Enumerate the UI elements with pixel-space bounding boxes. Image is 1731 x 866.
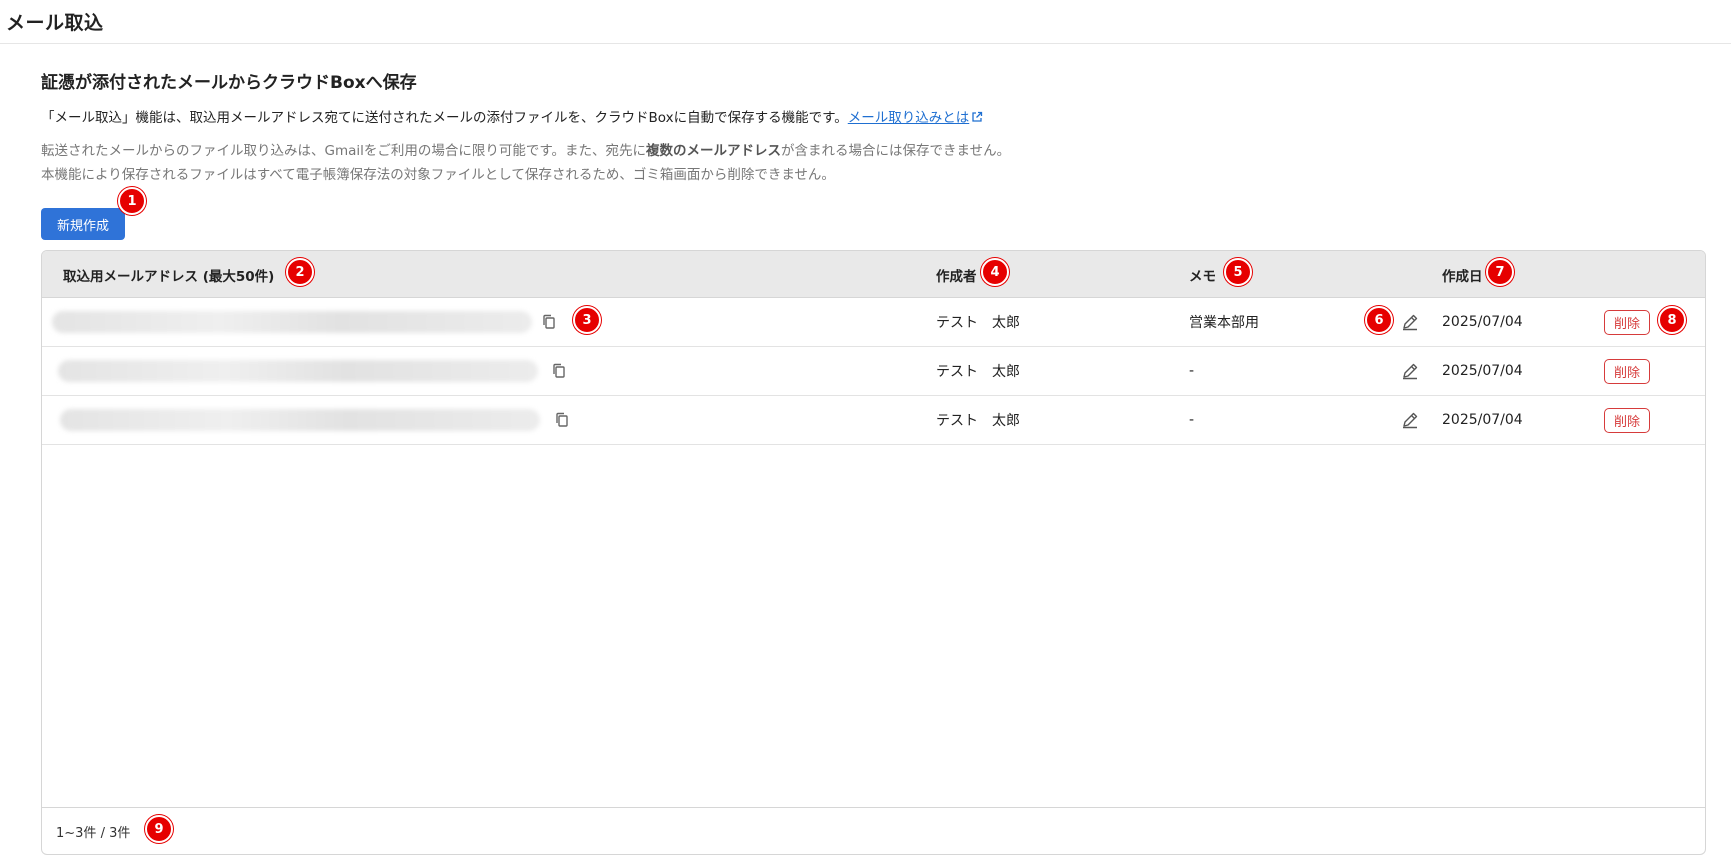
table-row: テスト 太郎 営業本部用 2025/07/04 削除 — [42, 298, 1705, 347]
help-link-label: メール取り込みとは — [847, 110, 970, 126]
copy-button[interactable] — [550, 347, 568, 395]
blurred-email — [58, 360, 538, 382]
blurred-email — [60, 409, 540, 431]
pencil-icon — [1403, 412, 1418, 429]
description: 「メール取込」機能は、取込用メールアドレス宛てに送付されたメールの添付ファイルを… — [41, 106, 983, 126]
external-link-icon — [972, 111, 983, 122]
edit-memo-button[interactable] — [1400, 298, 1420, 346]
description-text: 「メール取込」機能は、取込用メールアドレス宛てに送付されたメールの添付ファイルを… — [41, 110, 848, 126]
annotation-badge-9: 9 — [145, 815, 173, 843]
header-memo: メモ — [1189, 268, 1216, 285]
author-cell: テスト 太郎 — [936, 413, 1020, 429]
note-forwarding-suffix: が含まれる場合には保存できません。 — [781, 143, 1011, 159]
copy-icon — [553, 363, 565, 378]
date-cell: 2025/07/04 — [1442, 412, 1523, 428]
annotation-badge-7: 7 — [1486, 258, 1514, 286]
delete-button[interactable]: 削除 — [1604, 358, 1650, 384]
table-row: テスト 太郎 - 2025/07/04 削除 — [42, 347, 1705, 396]
author-cell: テスト 太郎 — [936, 364, 1020, 380]
header-address: 取込用メールアドレス (最大50件) — [63, 268, 275, 285]
address-cell — [58, 347, 538, 395]
date-cell: 2025/07/04 — [1442, 363, 1523, 379]
address-cell — [52, 298, 532, 346]
note-forwarding-bold: 複数のメールアドレス — [646, 143, 782, 159]
delete-button[interactable]: 削除 — [1604, 309, 1650, 335]
delete-cell: 削除 — [1604, 396, 1650, 444]
blurred-email — [52, 311, 532, 333]
pagination-footer: 1~3件 / 3件 — [42, 807, 1705, 854]
copy-icon — [543, 314, 555, 329]
delete-cell: 削除 — [1604, 347, 1650, 395]
delete-button[interactable]: 削除 — [1604, 407, 1650, 433]
copy-button[interactable] — [540, 298, 558, 346]
page-title: メール取込 — [6, 12, 104, 34]
note-deletion: 本機能により保存されるファイルはすべて電子帳簿保存法の対象ファイルとして保存され… — [41, 167, 835, 183]
new-create-button[interactable]: 新規作成 — [41, 208, 125, 240]
page-header: メール取込 — [0, 0, 1731, 44]
note-forwarding-prefix: 転送されたメールからのファイル取り込みは、Gmailをご利用の場合に限り可能です… — [41, 143, 647, 159]
section-title: 証憑が添付されたメールからクラウドBoxへ保存 — [41, 73, 417, 93]
annotation-badge-5: 5 — [1224, 258, 1252, 286]
header-date: 作成日 — [1442, 268, 1483, 285]
date-cell: 2025/07/04 — [1442, 314, 1523, 330]
annotation-badge-4: 4 — [981, 258, 1009, 286]
pagination-summary: 1~3件 / 3件 — [56, 825, 131, 841]
edit-memo-button[interactable] — [1400, 347, 1420, 395]
address-table: 取込用メールアドレス (最大50件) 作成者 メモ 作成日 テスト 太郎 営業本… — [41, 250, 1706, 855]
annotation-badge-2: 2 — [286, 258, 314, 286]
header-author: 作成者 — [936, 268, 977, 285]
note-forwarding: 転送されたメールからのファイル取り込みは、Gmailをご利用の場合に限り可能です… — [41, 139, 1010, 159]
annotation-badge-3: 3 — [573, 306, 601, 334]
copy-icon — [556, 412, 568, 427]
copy-button[interactable] — [553, 396, 571, 444]
delete-cell: 削除 — [1604, 298, 1650, 346]
annotation-badge-6: 6 — [1365, 306, 1393, 334]
memo-cell: - — [1189, 363, 1195, 379]
help-link[interactable]: メール取り込みとは — [848, 110, 984, 126]
address-cell — [60, 396, 540, 444]
annotation-badge-1: 1 — [118, 187, 146, 215]
memo-cell: - — [1189, 412, 1195, 428]
annotation-badge-8: 8 — [1658, 306, 1686, 334]
author-cell: テスト 太郎 — [936, 315, 1020, 331]
memo-cell: 営業本部用 — [1189, 315, 1259, 331]
pencil-icon — [1403, 314, 1418, 331]
pencil-icon — [1403, 363, 1418, 380]
table-row: テスト 太郎 - 2025/07/04 削除 — [42, 396, 1705, 445]
edit-memo-button[interactable] — [1400, 396, 1420, 444]
